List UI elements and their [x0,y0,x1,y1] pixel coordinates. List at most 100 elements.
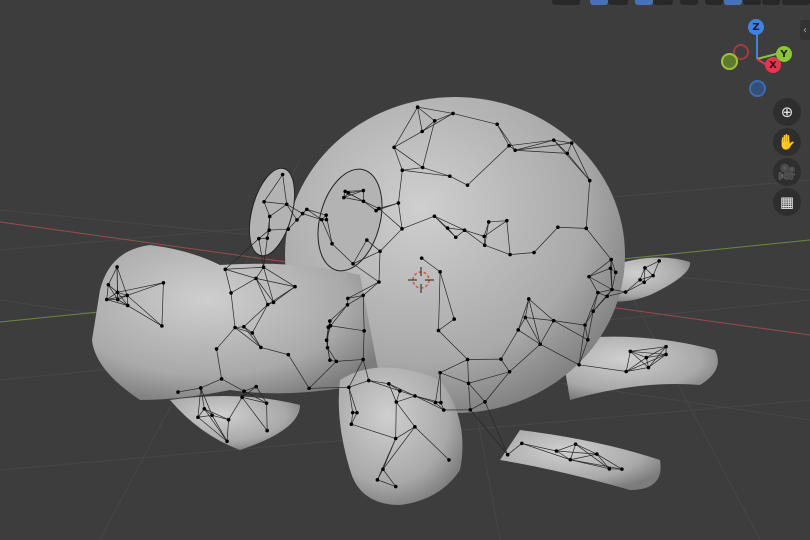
mesh-vertex[interactable] [551,318,556,323]
mesh-vertex[interactable] [499,357,503,361]
mesh-vertex[interactable] [420,165,425,170]
mesh-vertex[interactable] [482,243,487,248]
mesh-vertex[interactable] [438,370,442,375]
mesh-vertex[interactable] [381,467,385,472]
mesh-vertex[interactable] [214,347,219,351]
shading-material[interactable] [743,0,761,5]
mesh-vertex[interactable] [451,111,455,116]
mesh-vertex[interactable] [295,218,299,222]
shading-wireframe[interactable] [705,0,723,5]
mesh-vertex[interactable] [347,385,351,390]
mesh-vertex[interactable] [284,202,289,207]
mesh-vertex[interactable] [225,439,229,444]
mesh-vertex[interactable] [595,452,599,456]
mesh-vertex[interactable] [396,201,401,205]
mesh-vertex[interactable] [465,357,470,362]
mesh-vertex[interactable] [623,290,628,294]
mesh-vertex[interactable] [257,236,261,241]
mesh-vertex[interactable] [361,188,366,193]
zoom-icon[interactable]: ⊕ [773,98,801,126]
mesh-vertex[interactable] [199,386,203,390]
mesh-vertex[interactable] [577,363,581,367]
mesh-vertex[interactable] [125,303,130,308]
mesh-vertex[interactable] [448,174,452,179]
mesh-vertex[interactable] [324,338,329,343]
mesh-vertex[interactable] [568,457,573,462]
mesh-vertex[interactable] [441,408,446,412]
mesh-vertex[interactable] [436,328,441,333]
mesh-vertex[interactable] [265,302,270,307]
mesh-vertex[interactable] [573,442,578,446]
mesh-vertex[interactable] [250,331,255,335]
mesh-vertex[interactable] [447,458,451,462]
mesh-vertex[interactable] [355,410,359,415]
mesh-vertex[interactable] [504,218,509,223]
header-dropdown[interactable] [608,0,628,5]
mesh-vertex[interactable] [346,191,351,195]
mesh-vertex[interactable] [605,294,609,299]
pan-hand-icon[interactable]: ✋ [773,128,801,156]
mesh-vertex[interactable] [115,297,120,302]
overlay-toggle[interactable] [635,0,653,5]
mesh-vertex[interactable] [505,452,510,457]
mesh-vertex[interactable] [242,324,246,329]
mesh-vertex[interactable] [415,105,420,109]
mesh-vertex[interactable] [254,276,258,281]
mesh-vertex[interactable] [351,261,355,266]
mesh-vertex[interactable] [106,283,111,287]
mesh-vertex[interactable] [346,296,350,301]
mesh-vertex[interactable] [433,400,438,405]
mesh-vertex[interactable] [628,349,633,354]
3d-viewport[interactable] [0,0,810,540]
mesh-vertex[interactable] [361,357,365,362]
header-button[interactable] [552,0,580,5]
mesh-vertex[interactable] [210,413,214,418]
mesh-vertex[interactable] [328,319,332,323]
shading-dropdown[interactable] [782,0,810,5]
mesh-vertex[interactable] [607,467,612,471]
mesh-vertex[interactable] [664,344,668,349]
mesh-vertex[interactable] [569,141,574,145]
mesh-vertex[interactable] [226,417,231,422]
mesh-vertex[interactable] [483,400,487,404]
overlay-dropdown[interactable] [653,0,673,5]
mesh-vertex[interactable] [466,381,471,386]
mesh-vertex[interactable] [319,217,324,222]
sidebar-toggle-button[interactable]: ‹ [800,20,810,40]
mesh-vertex[interactable] [240,395,244,400]
mesh-vertex[interactable] [265,428,269,433]
mesh-vertex[interactable] [223,267,228,272]
mesh-vertex[interactable] [508,252,512,257]
mesh-vertex[interactable] [267,214,272,219]
mesh-vertex[interactable] [419,256,424,260]
mesh-vertex[interactable] [587,178,592,183]
mesh-vertex[interactable] [265,236,270,240]
neg-z-axis-button[interactable] [749,80,766,97]
mesh-vertex[interactable] [486,220,491,224]
mesh-vertex[interactable] [293,284,297,289]
mesh-vertex[interactable] [551,138,556,142]
mesh-vertex[interactable] [556,225,560,230]
mesh-vertex[interactable] [520,441,524,446]
mesh-vertex[interactable] [523,315,528,320]
mesh-vertex[interactable] [262,199,266,204]
mesh-vertex[interactable] [343,189,347,194]
mesh-vertex[interactable] [596,290,600,295]
mesh-vertex[interactable] [591,309,595,314]
mesh-vertex[interactable] [462,228,467,233]
mesh-vertex[interactable] [393,484,398,489]
mesh-vertex[interactable] [452,317,456,321]
mesh-vertex[interactable] [378,249,382,254]
mesh-vertex[interactable] [325,345,330,350]
mesh-vertex[interactable] [161,280,166,285]
mesh-vertex[interactable] [565,151,570,156]
mesh-vertex[interactable] [365,238,369,242]
mesh-vertex[interactable] [242,389,246,393]
mesh-object[interactable] [92,97,718,505]
mesh-vertex[interactable] [271,300,276,305]
mesh-vertex[interactable] [620,467,624,471]
mesh-vertex[interactable] [304,207,309,212]
mesh-vertex[interactable] [613,270,618,275]
mesh-vertex[interactable] [328,323,333,328]
mesh-vertex[interactable] [334,359,339,364]
